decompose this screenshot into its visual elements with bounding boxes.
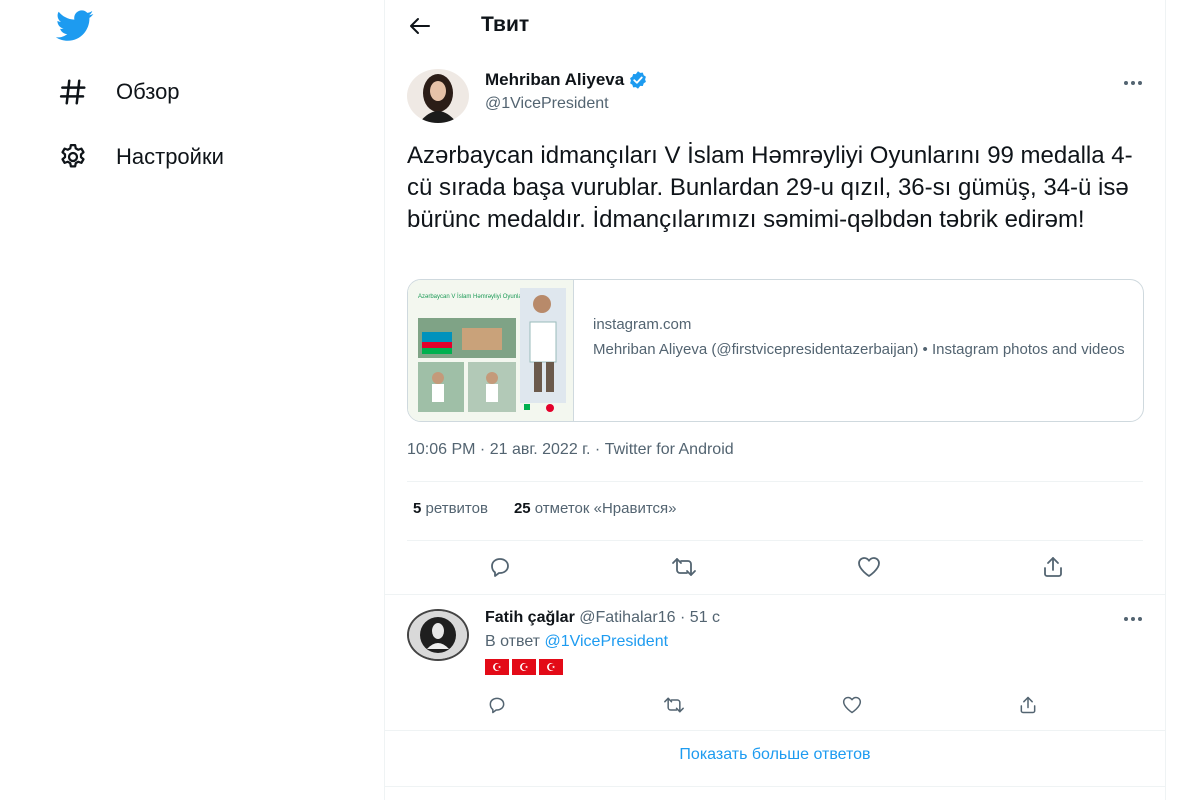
author-name-text: Mehriban Aliyeva <box>485 70 625 89</box>
reply-text: ☪ ☪ ☪ <box>485 659 563 675</box>
page-header: Твит <box>385 0 1165 52</box>
divider <box>407 481 1143 482</box>
gear-icon <box>56 140 90 174</box>
turkey-flag-emoji: ☪ <box>485 659 509 675</box>
reply-author-handle[interactable]: @Fatihalar16 <box>579 609 675 626</box>
like-heart-icon[interactable] <box>837 690 867 720</box>
share-icon[interactable] <box>1013 690 1043 720</box>
page-title: Твит <box>481 13 530 36</box>
reply-icon[interactable] <box>485 552 515 582</box>
nav-item-settings[interactable]: Настройки <box>56 137 224 177</box>
tweet-actions <box>385 552 1165 582</box>
reply-avatar[interactable] <box>407 609 469 661</box>
reply-header: Fatih çağlar @Fatihalar16 · 51 с <box>485 609 720 627</box>
reply-to-line: В ответ @1VicePresident <box>485 633 668 651</box>
divider <box>407 540 1143 541</box>
likes-label: отметок «Нравится» <box>534 500 677 517</box>
turkey-flag-emoji: ☪ <box>512 659 536 675</box>
card-description: Mehriban Aliyeva (@firstvicepresidentaze… <box>593 341 1125 358</box>
hashtag-icon <box>56 75 90 109</box>
card-thumbnail: Azərbaycan V İslam Həmrəyliyi Oyunlarda <box>408 280 574 421</box>
divider <box>385 786 1165 787</box>
retweets-count: 5 <box>413 500 422 517</box>
link-preview-card[interactable]: Azərbaycan V İslam Həmrəyliyi Oyunlarda … <box>407 279 1144 422</box>
tweet-column: Твит Mehriban Aliyeva @1VicePresident Az… <box>384 0 1166 800</box>
share-icon[interactable] <box>1038 552 1068 582</box>
turkey-flag-emoji: ☪ <box>539 659 563 675</box>
divider <box>385 594 1165 595</box>
reply-to-handle-link[interactable]: @1VicePresident <box>544 633 668 650</box>
twitter-bird-icon[interactable] <box>55 10 94 42</box>
nav-item-explore[interactable]: Обзор <box>56 72 180 112</box>
likes-stat[interactable]: 25 отметок «Нравится» <box>514 500 677 517</box>
retweet-icon[interactable] <box>669 552 699 582</box>
retweets-label: ретвитов <box>425 500 488 517</box>
divider <box>385 730 1165 731</box>
author-name[interactable]: Mehriban Aliyeva <box>485 70 648 90</box>
author-avatar[interactable] <box>407 69 469 123</box>
card-domain: instagram.com <box>593 316 692 333</box>
retweet-icon[interactable] <box>659 690 689 720</box>
author-handle[interactable]: @1VicePresident <box>485 95 609 113</box>
like-heart-icon[interactable] <box>854 552 884 582</box>
arrow-left-icon[interactable] <box>405 12 435 40</box>
retweets-stat[interactable]: 5 ретвитов <box>413 500 488 517</box>
card-body: instagram.com Mehriban Aliyeva (@firstvi… <box>593 316 1133 361</box>
reply-actions <box>385 690 1165 720</box>
reply-icon[interactable] <box>482 690 512 720</box>
reply-author-name[interactable]: Fatih çağlar <box>485 609 575 626</box>
tweet-timestamp[interactable]: 10:06 PM · 21 авг. 2022 г. · Twitter for… <box>407 441 734 459</box>
more-options-icon[interactable] <box>1120 73 1146 93</box>
card-thumbnail-caption: Azərbaycan V İslam Həmrəyliyi Oyunlarda <box>418 293 531 300</box>
reply-time[interactable]: · 51 с <box>680 609 720 626</box>
nav-item-label: Обзор <box>116 79 180 104</box>
reply-to-label: В ответ <box>485 633 541 650</box>
left-nav: Обзор Настройки <box>0 0 384 800</box>
more-options-icon[interactable] <box>1120 609 1146 629</box>
likes-count: 25 <box>513 500 531 517</box>
tweet-stats: 5 ретвитов 25 отметок «Нравится» <box>413 500 676 517</box>
show-more-replies-link[interactable]: Показать больше ответов <box>385 746 1165 764</box>
tweet-text: Azərbaycan idmançıları V İslam Həmrəyliy… <box>407 142 1133 233</box>
nav-item-label: Настройки <box>116 144 224 169</box>
verified-badge-icon <box>628 70 648 90</box>
